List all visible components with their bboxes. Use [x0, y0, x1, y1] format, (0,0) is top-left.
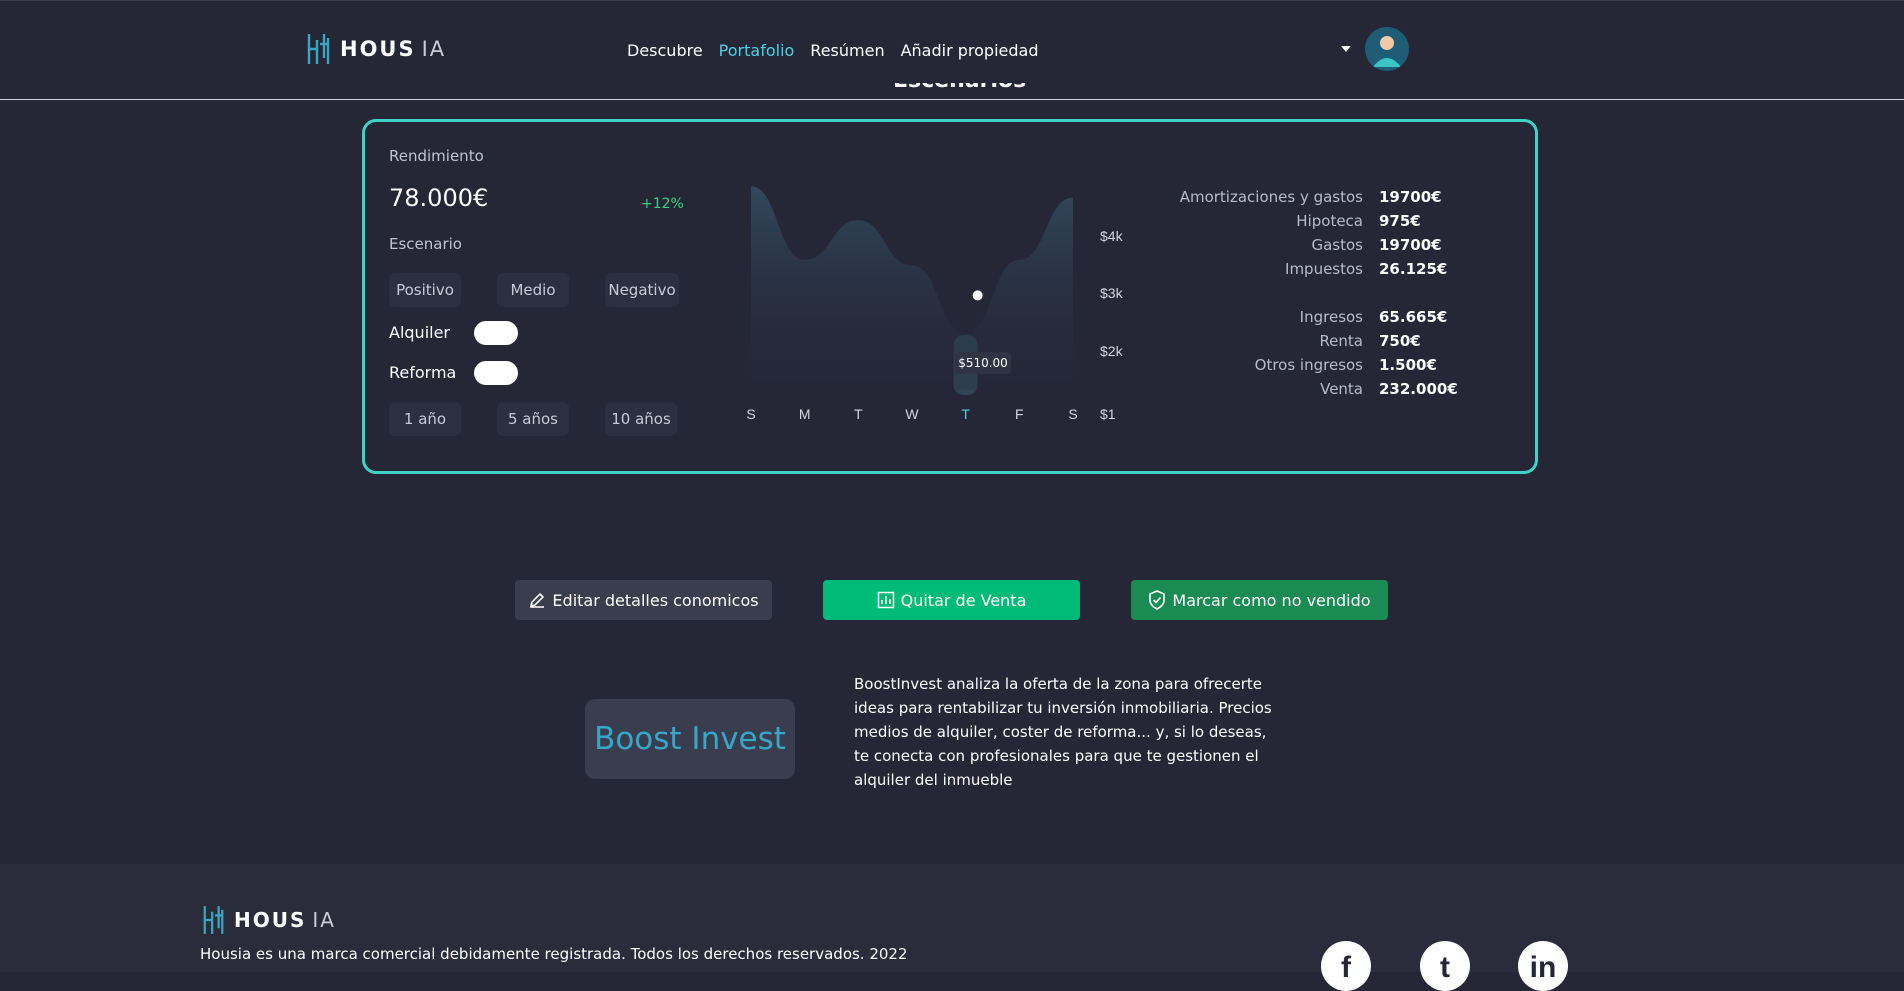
chart-x-tick: T [961, 406, 970, 422]
remove-from-sale-label: Quitar de Venta [900, 590, 1027, 610]
boost-invest-title: Boost Invest [594, 721, 786, 757]
toggle-alquiler-label: Alquiler [389, 323, 450, 342]
toggle-alquiler-switch[interactable] [474, 321, 518, 345]
housia-logo-icon [307, 34, 330, 64]
header-logo[interactable]: HOUS IA [306, 32, 446, 66]
chart-x-tick: T [854, 406, 863, 422]
detail-key: Otros ingresos [1254, 356, 1363, 374]
chart-y-tick: $3k [1100, 285, 1124, 301]
edit-economic-details-button[interactable]: Editar detalles conomicos [515, 580, 772, 620]
mark-unsold-button[interactable]: Marcar como no vendido [1131, 580, 1388, 620]
toggle-reforma-label: Reforma [389, 363, 457, 382]
chart-x-tick: M [799, 406, 811, 422]
performance-change: +12% [641, 196, 684, 212]
detail-value: 1.500€ [1379, 356, 1437, 374]
scenario-label: Escenario [389, 235, 462, 253]
bar-chart-icon [877, 591, 894, 609]
detail-value: 975€ [1379, 212, 1421, 230]
performance-label: Rendimiento [389, 147, 484, 165]
detail-value: 232.000€ [1379, 380, 1458, 398]
user-menu-caret-icon[interactable] [1341, 46, 1351, 52]
edit-button-label: Editar detalles conomicos [552, 590, 759, 610]
housia-logo-icon [203, 906, 224, 934]
period-1-year-button[interactable]: 1 año [389, 402, 461, 436]
boost-invest-card[interactable]: Boost Invest [585, 699, 795, 779]
chart-x-tick: W [905, 406, 919, 422]
linkedin-icon[interactable]: in [1518, 941, 1568, 991]
scenario-negativo-button[interactable]: Negativo [605, 273, 679, 307]
logo-text: HOUS IA [340, 37, 447, 61]
facebook-icon[interactable]: f [1321, 941, 1371, 991]
boost-invest-description: BoostInvest analiza la oferta de la zona… [854, 675, 1272, 789]
period-5-years-button[interactable]: 5 años [497, 402, 569, 436]
nav-descubre[interactable]: Descubre [627, 41, 703, 60]
detail-value: 19700€ [1379, 188, 1442, 206]
nav-portafolio[interactable]: Portafolio [719, 41, 795, 60]
chart-x-tick: F [1015, 406, 1024, 422]
chart-tooltip: $510.00 [955, 352, 1011, 374]
chart-y-tick: $1 [1100, 406, 1116, 422]
main-nav: Descubre Portafolio Resúmen Añadir propi… [627, 41, 1038, 60]
user-avatar-icon [1365, 27, 1409, 71]
detail-key: Venta [1320, 380, 1363, 398]
nav-anadir-propiedad[interactable]: Añadir propiedad [901, 41, 1039, 60]
avatar[interactable] [1365, 27, 1409, 71]
mark-unsold-label: Marcar como no vendido [1172, 590, 1371, 610]
footer-logo-text: HOUS IA [234, 908, 336, 932]
pencil-icon [530, 592, 545, 608]
detail-value: 26.125€ [1379, 260, 1448, 278]
period-10-years-button[interactable]: 10 años [605, 402, 677, 436]
nav-resumen[interactable]: Resúmen [810, 41, 884, 60]
shield-check-icon [1149, 590, 1166, 610]
remove-from-sale-button[interactable]: Quitar de Venta [823, 580, 1080, 620]
detail-key: Gastos [1311, 236, 1363, 254]
footer-logo[interactable]: HOUS IA [202, 904, 336, 936]
toggle-reforma-switch[interactable] [474, 361, 518, 385]
detail-value: 750€ [1379, 332, 1421, 350]
chart-x-tick: S [1068, 406, 1077, 422]
scenario-medio-button[interactable]: Medio [497, 273, 569, 307]
detail-value: 19700€ [1379, 236, 1442, 254]
performance-chart: S M T W T F S $4k $3k $2k $1 [746, 186, 1124, 422]
detail-key: Hipoteca [1296, 212, 1363, 230]
detail-key: Ingresos [1299, 308, 1363, 326]
detail-key: Renta [1319, 332, 1363, 350]
detail-key: Amortizaciones y gastos [1179, 188, 1363, 206]
chart-area [751, 186, 1073, 390]
chart-y-tick: $2k [1100, 343, 1124, 359]
chart-x-tick: S [746, 406, 755, 422]
detail-key: Impuestos [1285, 260, 1363, 278]
chart-y-tick: $4k [1100, 228, 1124, 244]
performance-value: 78.000€ [389, 184, 489, 212]
twitter-icon[interactable]: t [1420, 941, 1470, 991]
detail-value: 65.665€ [1379, 308, 1448, 326]
section-title: Escenarios [893, 83, 1026, 100]
footer-copyright: Housia es una marca comercial debidament… [200, 945, 908, 963]
chart-marker-point[interactable] [972, 290, 983, 301]
scenario-positivo-button[interactable]: Positivo [389, 273, 461, 307]
